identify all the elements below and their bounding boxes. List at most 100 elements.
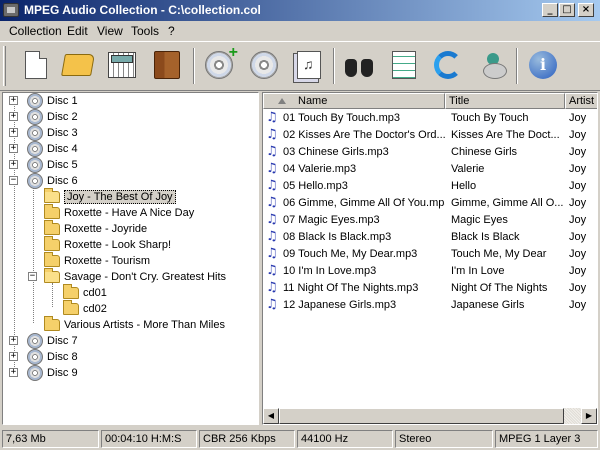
list-item[interactable]: ♫ 01 Touch By Touch.mp3 Touch By Touch J… [263,110,597,127]
menu-tools[interactable]: Tools [131,24,159,38]
tree-disc-label: Disc 7 [47,335,78,347]
tree-disc[interactable]: + Disc 7 [9,333,78,349]
tree-folder[interactable]: Roxette - Tourism [44,252,150,269]
column-header-artist[interactable]: Artist [565,93,597,109]
file-title: Black Is Black [451,231,520,243]
tree-disc[interactable]: + Disc 2 [9,109,78,125]
tracklist-button[interactable] [291,45,327,85]
collection-tree[interactable]: + Disc 1 + Disc 2 + Disc 3 + Disc 4 + Di… [2,92,259,425]
maximize-button[interactable]: □ [559,3,575,17]
menu-edit[interactable]: Edit [67,24,88,38]
list-item[interactable]: ♫ 02 Kisses Are The Doctor's Ord... Kiss… [263,127,597,144]
list-item[interactable]: ♫ 05 Hello.mp3 Hello Joy [263,178,597,195]
scroll-thumb[interactable] [279,408,564,424]
file-list[interactable]: Name Title Artist ♫ 01 Touch By Touch.mp… [262,92,598,425]
tree-disc[interactable]: + Disc 8 [9,349,78,365]
list-item[interactable]: ♫ 12 Japanese Girls.mp3 Japanese Girls J… [263,297,597,314]
tree-folder-label: Roxette - Have A Nice Day [64,207,195,219]
collapse-icon[interactable]: − [28,272,37,281]
scroll-left-button[interactable]: ◀ [263,408,279,424]
list-item[interactable]: ♫ 06 Gimme, Gimme All Of You.mp3 Gimme, … [263,195,597,212]
refresh-button[interactable] [430,45,466,85]
tree-disc-label: Disc 4 [47,143,78,155]
tree-folder[interactable]: Various Artists - More Than Miles [44,316,225,333]
list-item[interactable]: ♫ 10 I'm In Love.mp3 I'm In Love Joy [263,263,597,280]
column-header-label: Title [449,95,470,107]
focused-file-label: 04 Valerie.mp3 [283,163,357,175]
cd-icon [250,51,278,79]
about-button[interactable]: i [525,45,561,85]
tree-folder[interactable]: Roxette - Look Sharp! [44,236,171,253]
folder-icon [63,300,79,315]
file-title: Hello [451,180,477,192]
column-header-title[interactable]: Title [445,93,565,109]
file-name: 01 Touch By Touch.mp3 [283,112,401,124]
expand-icon[interactable]: + [9,352,18,361]
list-item[interactable]: ♫ 04 Valerie.mp3 Valerie Joy [263,161,597,178]
open-collection-button[interactable] [60,45,96,85]
toolbar-grip[interactable] [3,46,6,86]
tree-disc[interactable]: + Disc 5 [9,157,78,173]
file-name: 02 Kisses Are The Doctor's Ord... [283,129,445,141]
scroll-right-button[interactable]: ▶ [581,408,597,424]
expand-icon[interactable]: + [9,336,18,345]
list-item[interactable]: ♫ 07 Magic Eyes.mp3 Magic Eyes Joy [263,212,597,229]
expand-icon[interactable]: + [9,96,18,105]
cd-icon [27,349,43,365]
expand-icon[interactable]: + [9,128,18,137]
horizontal-scrollbar[interactable]: ◀ ▶ [263,408,597,424]
list-item[interactable]: ♫ 03 Chinese Girls.mp3 Chinese Girls Joy [263,144,597,161]
tree-disc-label: Disc 5 [47,159,78,171]
title-bar: MPEG Audio Collection - C:\collection.co… [0,0,600,21]
minimize-button[interactable]: _ [542,3,558,17]
expand-icon[interactable]: + [9,112,18,121]
folder-open-icon [44,268,60,283]
expand-icon[interactable]: + [9,160,18,169]
tree-disc-label: Disc 8 [47,351,78,363]
library-button[interactable] [149,45,185,85]
expand-icon[interactable]: + [9,144,18,153]
tree-folder-selected[interactable]: Joy - The Best Of Joy [44,188,176,205]
tree-disc[interactable]: + Disc 9 [9,365,78,381]
file-name: 08 Black Is Black.mp3 [283,231,392,243]
file-artist: Joy [569,248,587,260]
tree-disc[interactable]: + Disc 3 [9,125,78,141]
file-title: Night Of The Nights [451,282,548,294]
menu-collection[interactable]: Collection [9,24,62,38]
column-header-name[interactable]: Name [263,93,445,109]
tree-folder[interactable]: Roxette - Have A Nice Day [44,204,195,221]
tree-subfolder[interactable]: cd02 [63,300,107,317]
cd-icon [27,333,43,349]
tree-subfolder[interactable]: cd01 [63,284,107,301]
disc-button[interactable] [246,45,282,85]
sort-ascending-icon [278,98,286,104]
report-button[interactable] [386,45,422,85]
tree-disc[interactable]: − Disc 6 [9,173,78,189]
tree-folder[interactable]: − Savage - Don't Cry. Greatest Hits [28,268,226,285]
tree-folder-label: Roxette - Joyride [64,223,148,235]
tools-button[interactable] [474,45,510,85]
tree-folder[interactable]: Roxette - Joyride [44,220,148,237]
cd-icon [27,365,43,381]
audio-file-icon: ♫ [266,263,278,278]
column-header-label: Artist [569,95,595,107]
list-item[interactable]: ♫ 11 Night Of The Nights.mp3 Night Of Th… [263,280,597,297]
statistics-button[interactable] [104,45,140,85]
expand-icon[interactable]: + [9,368,18,377]
list-item[interactable]: ♫ 08 Black Is Black.mp3 Black Is Black J… [263,229,597,246]
new-collection-button[interactable] [18,45,54,85]
menu-view[interactable]: View [97,24,123,38]
cd-icon [27,109,43,125]
tree-disc[interactable]: + Disc 1 [9,93,78,109]
close-button[interactable]: × [578,3,594,17]
window-title: MPEG Audio Collection - C:\collection.co… [24,3,261,17]
menu-help[interactable]: ? [168,24,175,38]
list-item[interactable]: ♫ 09 Touch Me, My Dear.mp3 Touch Me, My … [263,246,597,263]
audio-file-icon: ♫ [266,229,278,244]
status-size: 7,63 Mb [2,430,99,448]
find-button[interactable] [341,45,377,85]
collapse-icon[interactable]: − [9,176,18,185]
tree-disc[interactable]: + Disc 4 [9,141,78,157]
add-disc-button[interactable] [201,44,238,85]
folder-icon [44,220,60,235]
